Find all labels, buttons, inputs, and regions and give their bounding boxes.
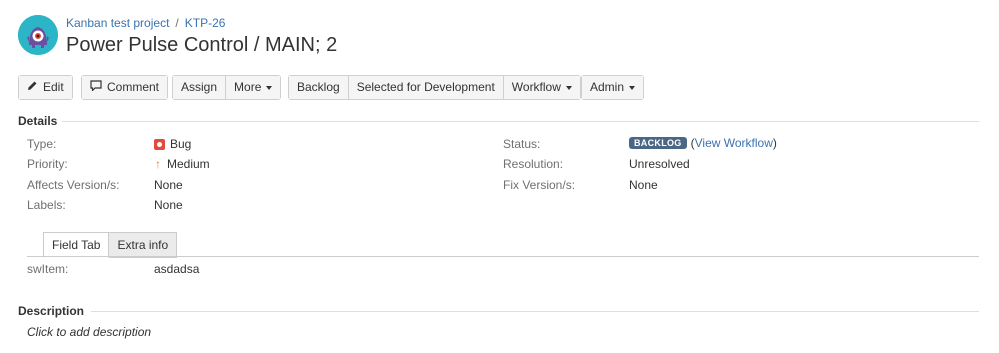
arrow-up-icon: ↑ — [155, 157, 161, 171]
more-button-label: More — [234, 80, 262, 94]
fix-versions-value[interactable]: None — [629, 178, 658, 192]
edit-button-group: Edit — [18, 75, 73, 100]
priority-value-text: Medium — [167, 157, 210, 171]
priority-label: Priority: — [27, 157, 68, 171]
fix-versions-label: Fix Version/s: — [503, 178, 576, 192]
tab-field-tab[interactable]: Field Tab — [43, 232, 110, 258]
chevron-down-icon — [629, 86, 636, 90]
switem-value[interactable]: asdadsa — [154, 262, 199, 276]
workflow-button[interactable]: Workflow — [503, 76, 580, 99]
status-label: Status: — [503, 137, 541, 151]
selected-for-development-button[interactable]: Selected for Development — [348, 76, 504, 99]
backlog-button[interactable]: Backlog — [289, 76, 349, 99]
switem-label: swItem: — [27, 262, 69, 276]
comment-button-group: Comment — [81, 75, 169, 100]
tabs-divider — [27, 256, 979, 257]
tab-extra-info[interactable]: Extra info — [109, 232, 178, 258]
comment-button-label: Comment — [107, 80, 160, 94]
issue-title[interactable]: Power Pulse Control / MAIN; 2 — [66, 34, 337, 57]
comment-button[interactable]: Comment — [82, 76, 168, 99]
edit-button-label: Edit — [43, 80, 64, 94]
description-divider — [91, 311, 979, 312]
admin-button-group: Admin — [581, 75, 645, 100]
field-tabs: Field Tab Extra info — [43, 232, 178, 258]
assign-more-group: Assign More — [172, 75, 282, 100]
resolution-label: Resolution: — [503, 157, 564, 171]
workflow-transitions-group: Backlog Selected for Development Workflo… — [288, 75, 581, 100]
labels-value[interactable]: None — [154, 198, 183, 212]
assign-button[interactable]: Assign — [173, 76, 227, 99]
edit-button[interactable]: Edit — [19, 76, 72, 99]
type-value-text: Bug — [170, 137, 192, 151]
breadcrumb: Kanban test project / KTP-26 — [66, 16, 225, 30]
breadcrumb-issue-key-link[interactable]: KTP-26 — [185, 16, 226, 30]
details-divider — [62, 121, 979, 122]
admin-button-label: Admin — [590, 80, 625, 94]
priority-value: ↑ Medium — [155, 157, 210, 171]
status-badge: BACKLOG — [629, 137, 687, 149]
description-placeholder[interactable]: Click to add description — [27, 325, 151, 339]
status-paren-close: ) — [772, 136, 777, 150]
view-workflow-link[interactable]: View Workflow — [695, 136, 773, 150]
breadcrumb-separator: / — [175, 16, 179, 30]
admin-button[interactable]: Admin — [582, 76, 644, 99]
type-value: Bug — [154, 137, 191, 151]
labels-label: Labels: — [27, 198, 66, 212]
chevron-down-icon — [565, 86, 572, 90]
affects-versions-label: Affects Version/s: — [27, 178, 120, 192]
type-label: Type: — [27, 137, 57, 151]
more-button[interactable]: More — [226, 76, 281, 99]
workflow-button-label: Workflow — [511, 80, 561, 94]
project-avatar-icon[interactable] — [18, 15, 58, 55]
affects-versions-value[interactable]: None — [154, 178, 183, 192]
chevron-down-icon — [266, 86, 273, 90]
status-value: BACKLOG (View Workflow) — [629, 136, 777, 150]
comment-bubble-icon — [90, 76, 102, 99]
breadcrumb-project-link[interactable]: Kanban test project — [66, 16, 169, 30]
resolution-value: Unresolved — [629, 157, 690, 171]
description-heading[interactable]: Description — [18, 304, 84, 318]
pencil-icon — [27, 76, 38, 99]
details-heading[interactable]: Details — [18, 114, 57, 128]
bug-icon — [154, 138, 165, 150]
